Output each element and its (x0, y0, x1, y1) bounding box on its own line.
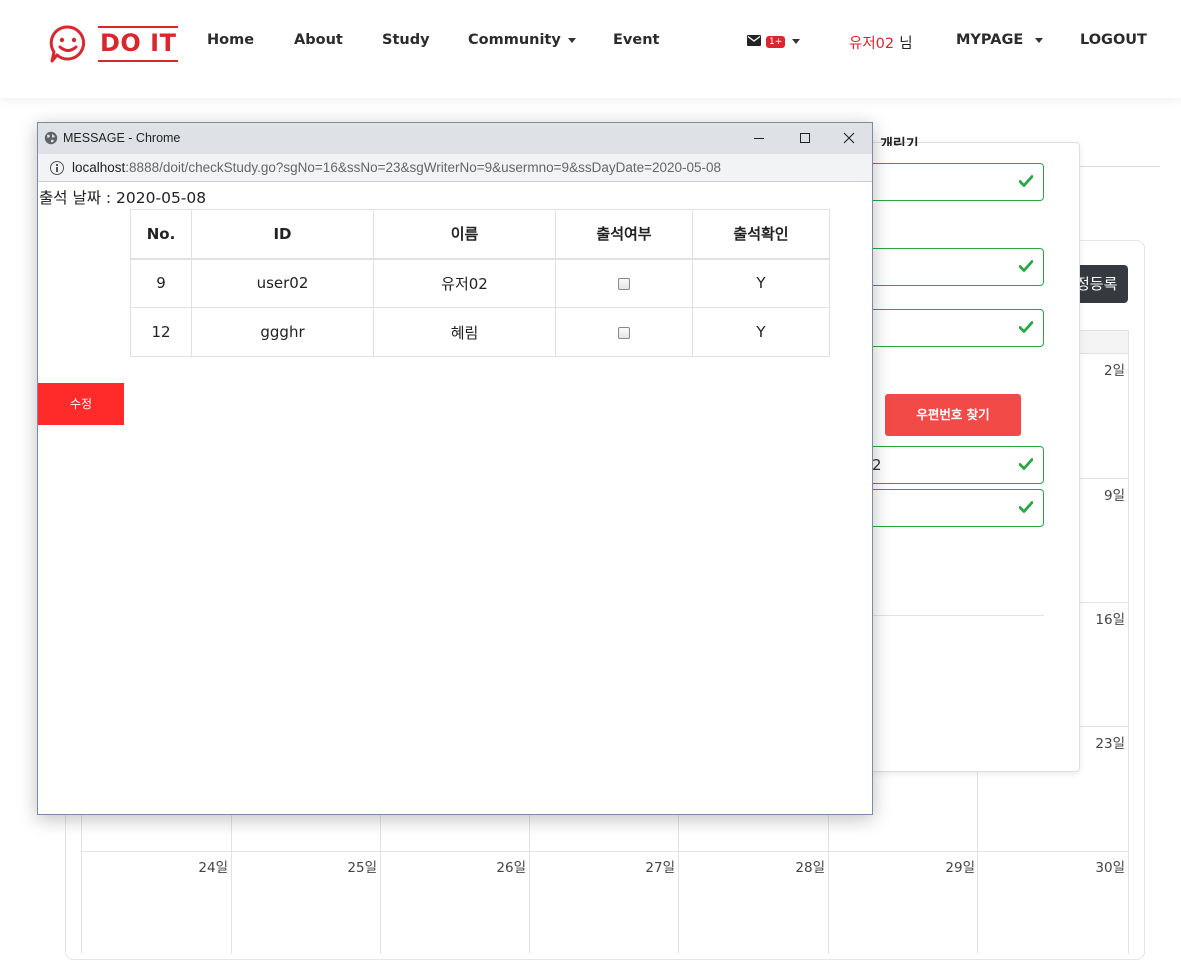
address-input-field[interactable]: 2 (868, 446, 1044, 484)
calendar-day[interactable]: 2일 (1085, 359, 1125, 379)
chevron-down-icon (792, 38, 801, 44)
logout-link[interactable]: LOGOUT (1080, 32, 1147, 48)
column-header-id: ID (191, 209, 374, 260)
attendance-date: 출석 날짜 : 2020-05-08 (39, 186, 206, 208)
close-button[interactable] (826, 123, 872, 154)
user-greeting: 유저02 님 (849, 32, 913, 53)
mypage-dropdown[interactable]: MYPAGE (956, 32, 1044, 48)
url-text: localhost:8888/doit/checkStudy.go?sgNo=1… (72, 160, 721, 175)
url-host: localhost (72, 160, 126, 175)
calendar-gridline (81, 851, 1129, 852)
attendance-checkbox[interactable] (618, 277, 630, 290)
minimize-icon (754, 138, 764, 139)
calendar-gridline (1128, 330, 1129, 954)
calendar-day[interactable]: 9일 (1085, 484, 1125, 504)
calendar-day[interactable]: 25일 (337, 856, 377, 876)
valid-input-field[interactable] (868, 248, 1044, 286)
cell-name: 혜림 (373, 307, 556, 357)
table-header-row: No. ID 이름 출석여부 출석확인 (130, 209, 830, 260)
message-count-badge: 1+ (766, 36, 786, 48)
calendar-day[interactable]: 23일 (1085, 732, 1125, 752)
maximize-icon (800, 133, 810, 143)
cell-id: ggghr (191, 307, 374, 357)
user-suffix: 님 (899, 36, 913, 52)
table-row: 9 user02 유저02 Y (130, 258, 830, 308)
nav-study[interactable]: Study (382, 32, 430, 48)
minimize-button[interactable] (736, 123, 782, 154)
calendar-day[interactable]: 24일 (188, 856, 228, 876)
globe-icon (44, 131, 58, 145)
nav-event[interactable]: Event (613, 32, 659, 48)
nav-about[interactable]: About (294, 32, 343, 48)
checkmark-icon (1019, 260, 1033, 272)
valid-input-field[interactable] (868, 163, 1044, 201)
column-header-no: No. (130, 209, 192, 260)
attendance-checkbox[interactable] (618, 326, 630, 339)
calendar-day[interactable]: 28일 (785, 856, 825, 876)
edit-button[interactable]: 수정 (38, 383, 124, 425)
info-icon[interactable] (50, 161, 64, 175)
cell-no: 12 (130, 307, 192, 357)
attendance-date-label: 출석 날짜 : (39, 189, 117, 207)
checkmark-icon (1019, 321, 1033, 333)
checkmark-icon (1019, 458, 1033, 470)
window-titlebar[interactable]: MESSAGE - Chrome (38, 123, 872, 154)
site-header: DO IT Home About Study Community Event 1… (0, 0, 1181, 98)
nav-community-label: Community (468, 32, 561, 48)
close-icon (843, 132, 855, 144)
find-zipcode-button[interactable]: 우편번호 찾기 (885, 394, 1021, 436)
cell-name: 유저02 (373, 258, 556, 308)
maximize-button[interactable] (782, 123, 828, 154)
form-divider (870, 615, 1044, 616)
calendar-day[interactable]: 30일 (1085, 856, 1125, 876)
messages-dropdown[interactable]: 1+ (747, 33, 801, 49)
checkmark-icon (1019, 175, 1033, 187)
user-name: 유저02 (849, 36, 895, 52)
attendance-table: No. ID 이름 출석여부 출석확인 9 user02 유저02 Y 12 g… (130, 209, 830, 357)
valid-input-field[interactable] (868, 489, 1044, 527)
logo[interactable]: DO IT (48, 24, 179, 64)
nav-community[interactable]: Community (468, 32, 576, 48)
calendar-gridline (1079, 478, 1129, 479)
calendar-day[interactable]: 16일 (1085, 608, 1125, 628)
smiley-logo-icon (49, 25, 86, 63)
window-title: MESSAGE - Chrome (63, 131, 181, 145)
cell-confirm: Y (692, 307, 830, 357)
column-header-name: 이름 (373, 209, 556, 260)
address-bar[interactable]: localhost:8888/doit/checkStudy.go?sgNo=1… (38, 154, 872, 182)
url-path: :8888/doit/checkStudy.go?sgNo=16&ssNo=23… (125, 160, 722, 175)
address-input-value: 2 (872, 456, 882, 474)
attendance-date-value: 2020-05-08 (116, 189, 207, 207)
cell-attendance (555, 307, 693, 357)
calendar-gridline (1079, 726, 1129, 727)
nav-home[interactable]: Home (207, 32, 254, 48)
cell-attendance (555, 258, 693, 308)
calendar-gridline (1079, 602, 1129, 603)
column-header-attendance: 출석여부 (555, 209, 693, 260)
cell-confirm: Y (692, 258, 830, 308)
logo-text: DO IT (98, 26, 179, 62)
cell-no: 9 (130, 258, 192, 308)
chevron-down-icon (1035, 37, 1044, 43)
envelope-icon (747, 35, 761, 46)
popup-window: MESSAGE - Chrome localhost:8888/doit/che… (37, 122, 873, 815)
valid-input-field[interactable] (868, 309, 1044, 347)
table-row: 12 ggghr 혜림 Y (130, 307, 830, 357)
calendar-day[interactable]: 27일 (635, 856, 675, 876)
calendar-day[interactable]: 29일 (935, 856, 975, 876)
mypage-label: MYPAGE (956, 32, 1024, 48)
calendar-day[interactable]: 26일 (486, 856, 526, 876)
checkmark-icon (1019, 501, 1033, 513)
form-title: 개린기 (880, 137, 919, 146)
column-header-confirm: 출석확인 (692, 209, 830, 260)
cell-id: user02 (191, 258, 374, 308)
chevron-down-icon (567, 37, 576, 43)
